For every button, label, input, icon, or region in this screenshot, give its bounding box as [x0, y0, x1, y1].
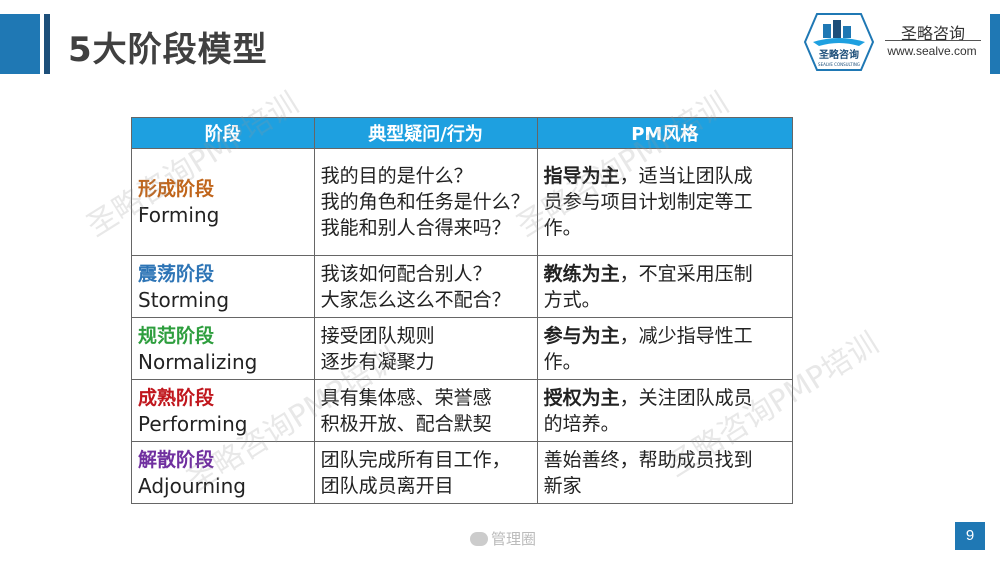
behavior-line: 我的目的是什么？ [320, 165, 473, 187]
behavior-cell: 接受团队规则 逐步有凝聚力 [313, 317, 538, 380]
pm-style-text: ，减少指导性工 [619, 324, 753, 347]
pm-style-cell: 善始善终，帮助成员找到 新家 [536, 441, 794, 504]
pm-style-text: 善始善终，帮助成员找到 [543, 448, 753, 471]
pm-style-text: ，不宜采用压制 [619, 262, 753, 285]
brand-divider [885, 40, 981, 41]
stage-cell: 解散阶段 Adjourning [131, 441, 315, 504]
stage-cell: 成熟阶段 Performing [131, 379, 315, 442]
behavior-line: 具有集体感、荣誉感 [320, 386, 492, 409]
pm-style-text: 员参与项目计划制定等工 [543, 191, 753, 213]
source-logo-icon [470, 532, 488, 546]
behavior-line: 逐步有凝聚力 [320, 350, 435, 373]
title-accent-stripe [44, 14, 50, 74]
header-stage: 阶段 [131, 117, 315, 149]
footer-source: 管理圈 [470, 528, 536, 549]
stage-name-cn: 成熟阶段 [138, 386, 215, 409]
pm-style-keyword: 授权为主 [543, 386, 620, 409]
table-row: 震荡阶段 Storming 我该如何配合别人？ 大家怎么这么不配合？ 教练为主，… [131, 255, 794, 318]
pm-style-text: 作。 [543, 350, 582, 373]
pm-style-text: 方式。 [543, 288, 601, 311]
stage-name-en: Storming [138, 287, 230, 312]
pm-style-text: 的培养。 [543, 412, 620, 435]
pm-style-keyword: 指导为主 [543, 165, 620, 187]
stage-name-cn: 解散阶段 [138, 448, 215, 471]
pm-style-cell: 授权为主，关注团队成员 的培养。 [536, 379, 794, 442]
behavior-cell: 具有集体感、荣誉感 积极开放、配合默契 [313, 379, 538, 442]
pm-style-text: ，适当让团队成 [619, 165, 753, 187]
page-title: 5大阶段模型 [68, 30, 268, 70]
page-number: 9 [955, 522, 985, 550]
behavior-line: 团队成员离开目 [320, 474, 454, 497]
stage-name-cn: 规范阶段 [138, 324, 215, 347]
table-header-row: 阶段 典型疑问/行为 PM风格 [131, 117, 794, 149]
stage-name-en: Normalizing [138, 349, 258, 374]
behavior-line: 我该如何配合别人？ [320, 262, 492, 285]
stage-cell: 形成阶段 Forming [131, 148, 315, 256]
header-pm-style: PM风格 [536, 117, 794, 149]
pm-style-text: 新家 [543, 474, 582, 497]
behavior-line: 大家怎么这么不配合？ [320, 288, 511, 311]
pm-style-keyword: 教练为主 [543, 262, 620, 285]
behavior-cell: 团队完成所有目工作， 团队成员离开目 [313, 441, 538, 504]
behavior-line: 积极开放、配合默契 [320, 412, 492, 435]
pm-style-text: ，关注团队成员 [619, 386, 753, 409]
pm-style-keyword: 参与为主 [543, 324, 620, 347]
behavior-cell: 我该如何配合别人？ 大家怎么这么不配合？ [313, 255, 538, 318]
stage-name-cn: 震荡阶段 [138, 262, 215, 285]
pm-style-text: 作。 [543, 217, 582, 239]
stage-cell: 震荡阶段 Storming [131, 255, 315, 318]
company-logo: 圣略咨询 SEALVE CONSULTING [803, 12, 875, 72]
stage-name-en: Performing [138, 411, 248, 436]
behavior-line: 我能和别人合得来吗？ [320, 217, 511, 239]
footer-source-label: 管理圈 [491, 530, 537, 548]
pm-style-cell: 参与为主，减少指导性工 作。 [536, 317, 794, 380]
table-row: 解散阶段 Adjourning 团队完成所有目工作， 团队成员离开目 善始善终，… [131, 441, 794, 504]
table-row: 形成阶段 Forming 我的目的是什么？ 我的角色和任务是什么？ 我能和别人合… [131, 148, 794, 256]
behavior-line: 团队完成所有目工作， [320, 448, 511, 471]
title-accent-bar [0, 14, 40, 74]
stage-name-en: Forming [138, 203, 220, 227]
right-accent-bar [990, 14, 1000, 74]
behavior-line: 我的角色和任务是什么？ [320, 191, 530, 213]
pm-style-cell: 教练为主，不宜采用压制 方式。 [536, 255, 794, 318]
stage-name-en: Adjourning [138, 473, 246, 498]
brand-website: www.sealve.com [887, 44, 977, 58]
stage-cell: 规范阶段 Normalizing [131, 317, 315, 380]
behavior-cell: 我的目的是什么？ 我的角色和任务是什么？ 我能和别人合得来吗？ [313, 148, 538, 256]
svg-text:圣略咨询: 圣略咨询 [819, 48, 859, 61]
table-row: 规范阶段 Normalizing 接受团队规则 逐步有凝聚力 参与为主，减少指导… [131, 317, 794, 380]
stages-table: 阶段 典型疑问/行为 PM风格 形成阶段 Forming 我的目的是什么？ 我的… [131, 117, 794, 504]
stage-name-cn: 形成阶段 [138, 178, 215, 200]
pm-style-cell: 指导为主，适当让团队成 员参与项目计划制定等工 作。 [536, 148, 794, 256]
header-behavior: 典型疑问/行为 [313, 117, 538, 149]
svg-text:SEALVE CONSULTING: SEALVE CONSULTING [818, 62, 860, 67]
table-row: 成熟阶段 Performing 具有集体感、荣誉感 积极开放、配合默契 授权为主… [131, 379, 794, 442]
behavior-line: 接受团队规则 [320, 324, 435, 347]
